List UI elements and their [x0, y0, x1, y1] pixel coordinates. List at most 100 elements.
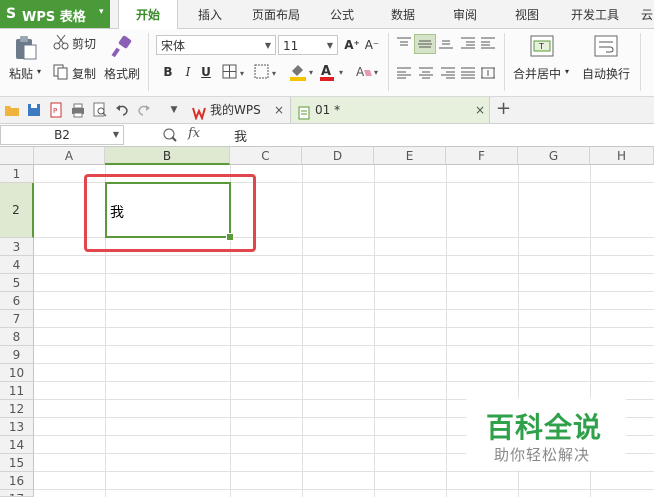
clear-format-icon[interactable]: A ▾ — [354, 62, 382, 82]
tab-my-wps[interactable]: 我的WPS × — [186, 97, 290, 123]
format-painter-button[interactable]: 格式刷 — [104, 65, 140, 82]
gridline — [34, 363, 654, 364]
column-header-e[interactable]: E — [374, 147, 446, 165]
copy-icon[interactable] — [53, 64, 69, 80]
tab-data[interactable]: 数据 — [380, 0, 426, 28]
cut-button[interactable]: 剪切 — [72, 35, 96, 52]
tab-insert[interactable]: 插入 — [186, 0, 234, 28]
paste-dropdown-icon[interactable]: ▾ — [37, 67, 41, 76]
tab-review[interactable]: 审阅 — [442, 0, 488, 28]
column-header-g[interactable]: G — [518, 147, 590, 165]
redo-icon[interactable] — [136, 102, 152, 118]
wps-logo-icon — [192, 103, 206, 121]
paste-button[interactable]: 粘贴 — [9, 65, 33, 82]
italic-button[interactable]: I — [180, 64, 196, 80]
row-header-14[interactable]: 14 — [0, 436, 34, 454]
border-icon[interactable]: ▾ — [222, 64, 248, 80]
column-header-a[interactable]: A — [34, 147, 105, 165]
format-painter-icon[interactable] — [110, 35, 134, 59]
row-header-6[interactable]: 6 — [0, 292, 34, 310]
row-header-2[interactable]: 2 — [0, 183, 34, 238]
row-header-4[interactable]: 4 — [0, 256, 34, 274]
print-preview-icon[interactable] — [92, 102, 108, 118]
row-header-7[interactable]: 7 — [0, 310, 34, 328]
row-header-5[interactable]: 5 — [0, 274, 34, 292]
row-header-9[interactable]: 9 — [0, 346, 34, 364]
quick-access-dropdown-icon[interactable]: ▼ — [166, 102, 182, 118]
row-header-12[interactable]: 12 — [0, 400, 34, 418]
align-bottom-icon[interactable] — [438, 36, 454, 50]
highlight-annotation — [84, 174, 256, 252]
zoom-function-icon[interactable] — [162, 127, 178, 143]
save-icon[interactable] — [26, 102, 42, 118]
tab-document-01[interactable]: 01 * × — [290, 97, 490, 123]
row-header-3[interactable]: 3 — [0, 238, 34, 256]
align-left-icon[interactable] — [396, 66, 412, 80]
wrap-text-icon[interactable] — [594, 35, 618, 57]
close-icon[interactable]: × — [475, 97, 485, 123]
shrink-font-button[interactable]: A⁻ — [364, 37, 380, 53]
tab-view[interactable]: 视图 — [504, 0, 550, 28]
chevron-down-icon[interactable]: ▼ — [113, 126, 119, 144]
column-header-f[interactable]: F — [446, 147, 518, 165]
align-top-icon[interactable] — [396, 36, 412, 50]
justify-icon[interactable] — [460, 66, 476, 80]
row-header-11[interactable]: 11 — [0, 382, 34, 400]
align-center-icon[interactable] — [418, 66, 434, 80]
font-color-icon[interactable]: A ▾ — [318, 62, 348, 82]
font-size-select[interactable]: 11 ▼ — [278, 35, 338, 55]
watermark-title: 百科全说 — [486, 411, 603, 444]
row-header-8[interactable]: 8 — [0, 328, 34, 346]
tab-cloud[interactable]: 云 — [640, 0, 654, 28]
grow-font-button[interactable]: A⁺ — [344, 37, 360, 53]
open-folder-icon[interactable] — [4, 102, 20, 118]
row-header-16[interactable]: 16 — [0, 472, 34, 490]
merge-center-icon[interactable]: T — [530, 35, 554, 57]
formula-input[interactable]: 我 — [234, 126, 247, 145]
align-middle-icon[interactable] — [414, 34, 436, 54]
gridline — [34, 309, 654, 310]
wrap-text-button[interactable]: 自动换行 — [582, 65, 630, 82]
font-name-select[interactable]: 宋体 ▼ — [156, 35, 276, 55]
row-header-13[interactable]: 13 — [0, 418, 34, 436]
merge-dropdown-icon[interactable]: ▾ — [565, 67, 569, 76]
align-right-icon[interactable] — [440, 66, 456, 80]
tab-home[interactable]: 开始 — [118, 0, 178, 29]
tab-page-layout[interactable]: 页面布局 — [244, 0, 308, 28]
chevron-down-icon: ▼ — [264, 41, 271, 50]
paste-icon[interactable] — [12, 35, 38, 61]
fx-button[interactable]: fx — [188, 126, 200, 141]
name-box[interactable]: B2 ▼ — [0, 125, 124, 145]
indent-increase-icon[interactable] — [480, 36, 496, 50]
gridline — [374, 165, 375, 497]
ribbon-separator — [148, 33, 149, 91]
tab-label: 我的WPS — [210, 103, 261, 117]
print-icon[interactable] — [70, 102, 86, 118]
column-header-h[interactable]: H — [590, 147, 654, 165]
indent-decrease-icon[interactable] — [460, 36, 476, 50]
fill-pattern-icon[interactable]: ▾ — [254, 64, 280, 80]
row-header-15[interactable]: 15 — [0, 454, 34, 472]
undo-icon[interactable] — [114, 102, 130, 118]
export-pdf-icon[interactable]: P — [48, 102, 64, 118]
row-header-17[interactable]: 17 — [0, 490, 34, 497]
column-header-d[interactable]: D — [302, 147, 374, 165]
row-header-10[interactable]: 10 — [0, 364, 34, 382]
copy-button[interactable]: 复制 — [72, 65, 96, 82]
underline-button[interactable]: U — [198, 64, 214, 80]
bold-button[interactable]: B — [160, 64, 176, 80]
column-header-b[interactable]: B — [105, 147, 230, 165]
scissors-icon[interactable] — [53, 34, 69, 50]
column-header-c[interactable]: C — [230, 147, 302, 165]
distributed-icon[interactable] — [480, 66, 496, 80]
close-icon[interactable]: × — [274, 97, 284, 123]
tab-label: 01 * — [315, 103, 341, 117]
merge-center-button[interactable]: 合并居中 — [513, 65, 561, 82]
app-menu-button[interactable]: S WPS 表格 ▾ — [0, 0, 110, 28]
row-header-1[interactable]: 1 — [0, 165, 34, 183]
tab-developer[interactable]: 开发工具 — [564, 0, 626, 28]
select-all-corner[interactable] — [0, 147, 34, 165]
new-tab-button[interactable]: + — [496, 97, 512, 123]
tab-formulas[interactable]: 公式 — [320, 0, 364, 28]
fill-color-icon[interactable]: ▾ — [288, 62, 318, 82]
